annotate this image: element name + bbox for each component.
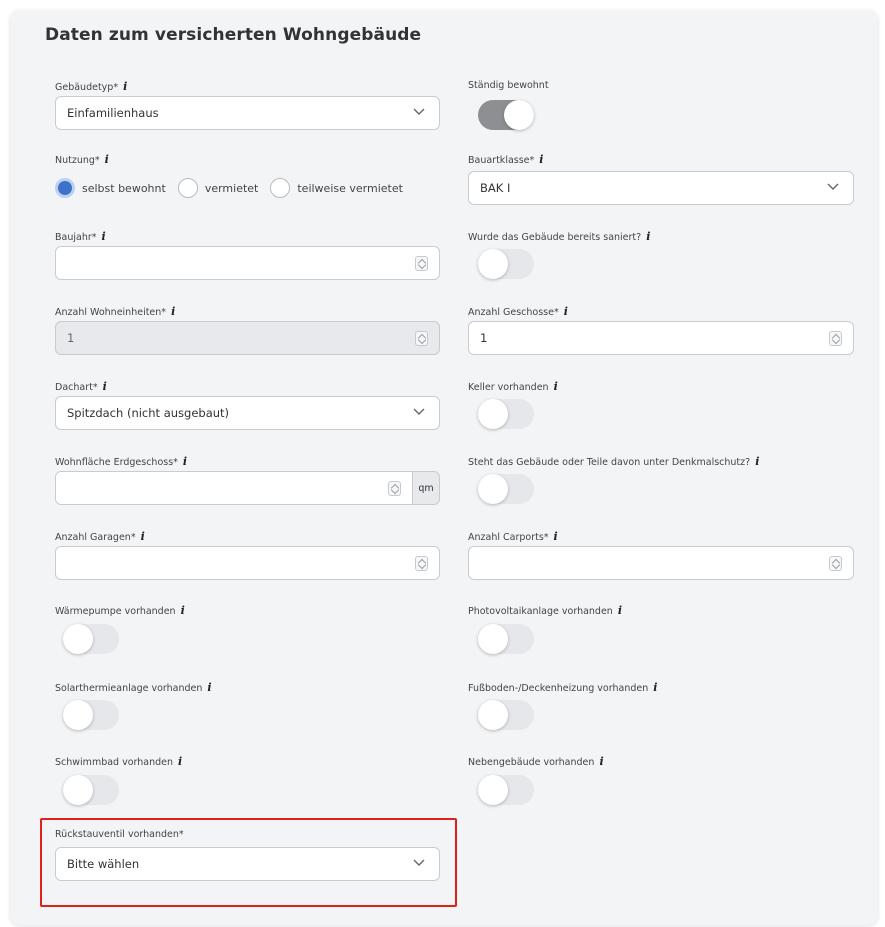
label-baujahr: Baujahr* i — [55, 230, 106, 243]
chevron-down-icon — [413, 408, 425, 415]
bauartklasse-select[interactable]: BAK I — [468, 171, 854, 205]
info-icon[interactable]: i — [618, 604, 622, 617]
garagen-input[interactable] — [55, 546, 440, 580]
baujahr-input[interactable] — [55, 246, 440, 280]
number-spinner-icon[interactable] — [388, 481, 401, 496]
radio-unchecked-icon[interactable] — [270, 178, 291, 198]
info-icon[interactable]: i — [554, 380, 558, 393]
radio-vermietet[interactable]: vermietet — [177, 178, 258, 198]
nutzung-radio-group: selbst bewohnt vermietet teilweise vermi… — [55, 176, 415, 200]
info-icon[interactable]: i — [755, 455, 759, 468]
label-fussbodenheizung: Fußboden-/Deckenheizung vorhanden i — [468, 681, 658, 694]
info-icon[interactable]: i — [564, 305, 568, 318]
label-staendig-bewohnt: Ständig bewohnt — [468, 80, 549, 91]
info-icon[interactable]: i — [105, 153, 109, 166]
label-carports: Anzahl Carports* i — [468, 530, 558, 543]
photovoltaik-toggle[interactable] — [478, 624, 534, 654]
label-gebaeudetyp: Gebäudetyp* i — [55, 80, 128, 93]
label-nutzung: Nutzung* i — [55, 153, 109, 166]
label-nebengebaeude: Nebengebäude vorhanden i — [468, 755, 604, 768]
number-spinner-icon[interactable] — [829, 331, 842, 346]
label-photovoltaik: Photovoltaikanlage vorhanden i — [468, 604, 623, 617]
label-schwimmbad: Schwimmbad vorhanden i — [55, 755, 183, 768]
wohneinheiten-input: 1 — [55, 321, 440, 355]
info-icon[interactable]: i — [102, 230, 106, 243]
radio-unchecked-icon[interactable] — [177, 178, 198, 198]
label-solarthermie: Solarthermieanlage vorhanden i — [55, 681, 212, 694]
chevron-down-icon — [827, 183, 839, 190]
chevron-down-icon — [413, 108, 425, 115]
label-saniert: Wurde das Gebäude bereits saniert? i — [468, 230, 651, 243]
info-icon[interactable]: i — [178, 755, 182, 768]
fussbodenheizung-toggle[interactable] — [478, 700, 534, 730]
radio-teilweise-vermietet[interactable]: teilweise vermietet — [270, 178, 403, 198]
label-garagen: Anzahl Garagen* i — [55, 530, 145, 543]
dachart-select[interactable]: Spitzdach (nicht ausgebaut) — [55, 396, 440, 430]
schwimmbad-toggle[interactable] — [63, 775, 119, 805]
geschosse-input[interactable]: 1 — [468, 321, 854, 355]
info-icon[interactable]: i — [103, 380, 107, 393]
number-spinner-icon[interactable] — [415, 556, 428, 571]
section-title: Daten zum versicherten Wohngebäude — [45, 25, 422, 45]
info-icon[interactable]: i — [123, 80, 127, 93]
number-spinner-icon[interactable] — [829, 556, 842, 571]
number-spinner-icon — [415, 331, 428, 346]
keller-toggle[interactable] — [478, 399, 534, 429]
carports-input[interactable] — [468, 546, 854, 580]
waermepumpe-toggle[interactable] — [63, 624, 119, 654]
info-icon[interactable]: i — [554, 530, 558, 543]
label-geschosse: Anzahl Geschosse* i — [468, 305, 568, 318]
label-wohneinheiten: Anzahl Wohneinheiten* i — [55, 305, 176, 318]
label-wohnflaeche: Wohnfläche Erdgeschoss* i — [55, 455, 188, 468]
gebaeudetyp-select[interactable]: Einfamilienhaus — [55, 96, 440, 130]
info-icon[interactable]: i — [181, 604, 185, 617]
nebengebaeude-toggle[interactable] — [478, 775, 534, 805]
label-dachart: Dachart* i — [55, 380, 107, 393]
staendig-bewohnt-toggle[interactable] — [478, 100, 534, 130]
radio-checked-icon[interactable] — [55, 178, 75, 198]
info-icon[interactable]: i — [207, 681, 211, 694]
info-icon[interactable]: i — [171, 305, 175, 318]
label-bauartklasse: Bauartklasse* i — [468, 153, 544, 166]
info-icon[interactable]: i — [183, 455, 187, 468]
info-icon[interactable]: i — [646, 230, 650, 243]
info-icon[interactable]: i — [141, 530, 145, 543]
denkmalschutz-toggle[interactable] — [478, 474, 534, 504]
label-waermepumpe: Wärmepumpe vorhanden i — [55, 604, 185, 617]
info-icon[interactable]: i — [653, 681, 657, 694]
label-keller: Keller vorhanden i — [468, 380, 558, 393]
label-denkmalschutz: Steht das Gebäude oder Teile davon unter… — [468, 455, 760, 468]
info-icon[interactable]: i — [599, 755, 603, 768]
radio-selbst-bewohnt[interactable]: selbst bewohnt — [55, 178, 166, 198]
solarthermie-toggle[interactable] — [63, 700, 119, 730]
wohnflaeche-input[interactable] — [55, 471, 413, 505]
highlight-box — [40, 818, 457, 907]
info-icon[interactable]: i — [539, 153, 543, 166]
number-spinner-icon[interactable] — [415, 256, 428, 271]
saniert-toggle[interactable] — [478, 249, 534, 279]
unit-qm: qm — [413, 471, 440, 505]
